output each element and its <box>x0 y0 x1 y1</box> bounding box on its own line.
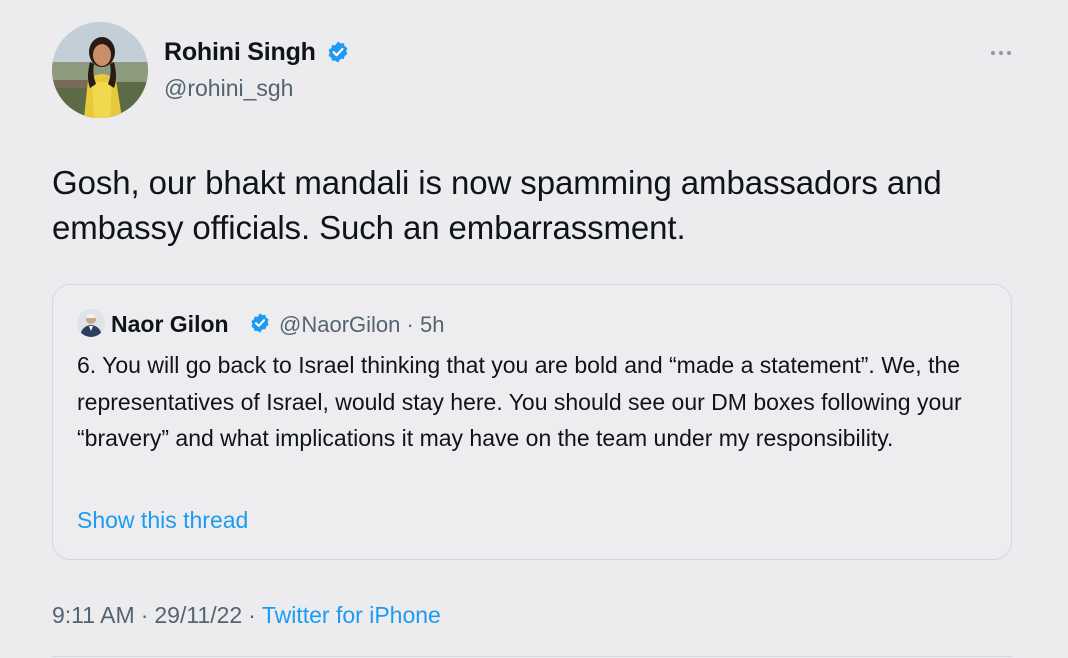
tweet-source-link[interactable]: Twitter for iPhone <box>262 602 441 628</box>
more-options-button[interactable] <box>986 38 1016 68</box>
more-dots-icon <box>991 51 1011 55</box>
tweet-footer: 9:11 AM · 29/11/22 · Twitter for iPhone <box>52 602 441 629</box>
quoted-tweet-card[interactable]: Naor Gilon @NaorGilon · 5h 6. You will g… <box>52 284 1012 560</box>
author-handle[interactable]: @rohini_sgh <box>164 75 293 102</box>
separator-dot: · <box>140 602 149 628</box>
author-avatar[interactable] <box>52 22 148 118</box>
quoted-tweet-text: 6. You will go back to Israel thinking t… <box>77 352 962 451</box>
separator-dot: · <box>248 602 256 628</box>
tweet-text: Gosh, our bhakt mandali is now spamming … <box>52 164 942 246</box>
quoted-author-avatar-image <box>77 309 105 337</box>
quoted-author-handle[interactable]: @NaorGilon <box>279 312 400 337</box>
quoted-author-avatar[interactable] <box>77 309 105 337</box>
author-name[interactable]: Rohini Singh <box>164 38 316 67</box>
author-avatar-image <box>52 22 148 118</box>
divider <box>52 656 1012 657</box>
tweet-time[interactable]: 9:11 AM <box>52 602 135 628</box>
separator-dot: · <box>406 312 414 337</box>
show-thread-link[interactable]: Show this thread <box>77 507 248 534</box>
verified-badge-icon <box>326 40 350 64</box>
quoted-author-name[interactable]: Naor Gilon <box>111 311 229 338</box>
tweet: Rohini Singh @rohini_sgh Gosh, our bhakt… <box>0 0 1068 658</box>
quoted-meta: @NaorGilon · 5h <box>279 312 444 338</box>
quoted-timestamp[interactable]: 5h <box>420 312 444 337</box>
verified-badge-icon <box>249 312 271 334</box>
tweet-date[interactable]: 29/11/22 <box>154 602 242 628</box>
